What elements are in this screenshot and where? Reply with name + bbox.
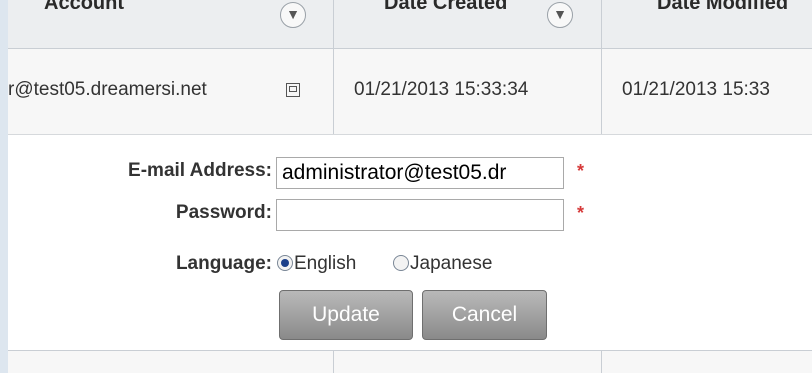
filter-icon[interactable]: ▼	[547, 2, 573, 28]
table-header: Account ▼ Date Created ▼ Date Modified	[8, 0, 812, 49]
language-label: Language:	[175, 253, 272, 274]
edit-account-form: E-mail Address: * Password: * Language: …	[8, 135, 812, 350]
table-row[interactable]	[8, 350, 812, 373]
password-field[interactable]	[276, 199, 564, 231]
language-radio-english[interactable]	[277, 255, 293, 271]
language-radio-japanese[interactable]	[393, 255, 409, 271]
column-divider	[333, 49, 334, 134]
date-modified-cell: 01/21/2013 15:33	[622, 79, 770, 100]
language-option-english[interactable]: English	[294, 253, 356, 275]
required-marker: *	[577, 203, 585, 223]
email-label: E-mail Address:	[128, 160, 272, 181]
cancel-button[interactable]: Cancel	[422, 290, 547, 340]
column-header-date-modified[interactable]: Date Modified	[602, 0, 812, 48]
date-created-cell: 01/21/2013 15:33:34	[354, 79, 529, 100]
required-marker: *	[577, 161, 585, 181]
email-field[interactable]	[276, 157, 564, 189]
column-header-label: Date Created	[384, 0, 508, 14]
column-divider	[333, 351, 334, 373]
column-divider	[601, 49, 602, 134]
column-header-account[interactable]: Account ▼	[8, 0, 333, 48]
column-header-label: Account	[44, 0, 124, 14]
table-row[interactable]: r@test05.dreamersi.net 01/21/2013 15:33:…	[8, 49, 812, 135]
language-option-japanese[interactable]: Japanese	[410, 253, 492, 275]
column-divider	[601, 351, 602, 373]
column-header-label: Date Modified	[657, 0, 789, 14]
filter-icon[interactable]: ▼	[280, 2, 306, 28]
password-label: Password:	[175, 202, 272, 223]
account-cell: r@test05.dreamersi.net	[8, 79, 207, 100]
column-header-date-created[interactable]: Date Created ▼	[334, 0, 601, 48]
external-window-icon[interactable]	[286, 83, 300, 97]
update-button[interactable]: Update	[279, 290, 413, 340]
